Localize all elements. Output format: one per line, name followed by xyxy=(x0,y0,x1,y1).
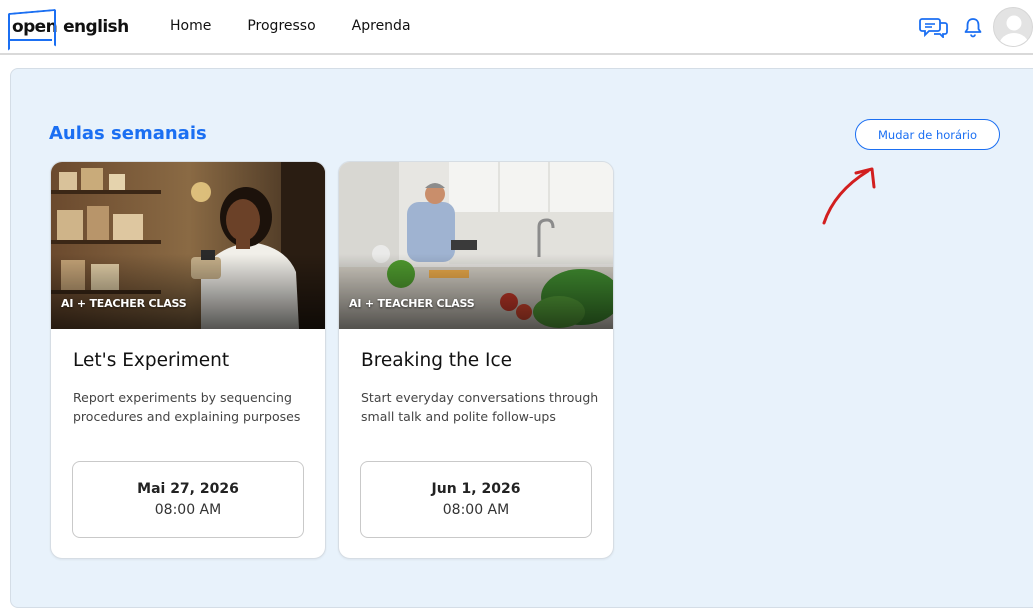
bell-icon[interactable] xyxy=(963,16,983,38)
class-description: Report experiments by sequencing procedu… xyxy=(73,390,301,424)
class-card[interactable]: AI + TEACHER CLASS Breaking the Ice Star… xyxy=(338,161,614,559)
class-title: Let's Experiment xyxy=(73,350,230,371)
avatar[interactable] xyxy=(993,7,1033,47)
nav-home[interactable]: Home xyxy=(170,18,211,34)
avatar-icon xyxy=(999,15,1029,46)
class-time: 08:00 AM xyxy=(442,502,510,518)
main-nav: Home Progresso Aprenda xyxy=(170,18,447,34)
nav-progresso[interactable]: Progresso xyxy=(247,18,315,34)
red-arrow-annotation xyxy=(822,167,876,225)
header-actions xyxy=(919,6,1033,48)
change-schedule-button[interactable]: Mudar de horário xyxy=(855,119,1000,150)
logo-open-text: open xyxy=(10,17,58,41)
open-english-logo[interactable]: open english xyxy=(10,12,129,42)
class-date: Jun 1, 2026 xyxy=(431,481,521,497)
class-schedule-box[interactable]: Mai 27, 2026 08:00 AM xyxy=(72,461,304,538)
class-time: 08:00 AM xyxy=(154,502,222,518)
class-title: Breaking the Ice xyxy=(361,350,513,371)
chat-bubbles-icon[interactable] xyxy=(919,16,949,38)
class-type-tag: AI + TEACHER CLASS xyxy=(349,297,475,310)
weekly-classes-panel: Aulas semanais Mudar de horário AI + TEA… xyxy=(10,68,1033,608)
logo-english-text: english xyxy=(63,17,129,37)
class-schedule-box[interactable]: Jun 1, 2026 08:00 AM xyxy=(360,461,592,538)
nav-aprenda[interactable]: Aprenda xyxy=(352,18,411,34)
class-image-kitchen: AI + TEACHER CLASS xyxy=(339,162,613,329)
class-card[interactable]: AI + TEACHER CLASS Let's Experiment Repo… xyxy=(50,161,326,559)
class-image-lab: AI + TEACHER CLASS xyxy=(51,162,325,329)
top-bar: open english Home Progresso Aprenda xyxy=(0,0,1033,55)
section-title: Aulas semanais xyxy=(49,123,207,144)
class-description: Start everyday conversations through sma… xyxy=(361,390,599,424)
class-type-tag: AI + TEACHER CLASS xyxy=(61,297,187,310)
class-date: Mai 27, 2026 xyxy=(137,481,239,497)
